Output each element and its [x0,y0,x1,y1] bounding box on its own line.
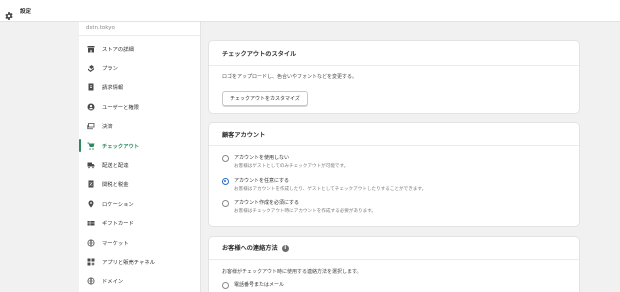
card-divider [209,259,579,260]
billing-icon [87,83,95,91]
contact-method-title-text: お客様への連絡方法 [222,245,278,252]
location-pin-icon [87,200,95,208]
sidebar-item-shipping[interactable]: 配送と配達 [79,155,200,174]
sidebar-item-billing[interactable]: 請求情報 [79,78,200,97]
sidebar-item-label: チェックアウト [102,143,140,150]
customer-accounts-card: 顧客アカウント アカウントを使用しない お客様はゲストとしてのみチェックアウトが… [208,122,580,227]
sidebar-item-label: 関税と税金 [102,182,129,189]
checkout-style-card: チェックアウトのスタイル ロゴをアップロードし、色合いやフォントなどを変更する。… [208,40,580,114]
sidebar-item-label: 請求情報 [102,85,124,92]
sidebar-item-users[interactable]: ユーザーと権限 [79,97,200,116]
sidebar-item-label: ロケーション [102,201,134,208]
account-option-optional[interactable]: アカウントを任意にする お客様はアカウントを作成したり、ゲストとしてチェックアウ… [222,178,426,194]
radio-label: アカウントを任意にする [234,178,290,184]
sidebar-item-checkout[interactable]: チェックアウト [79,136,200,155]
sidebar-item-label: ユーザーと権限 [102,104,139,111]
payment-icon [87,122,95,130]
radio-help-text: お客様はアカウントを作成したり、ゲストとしてチェックアウトしたりすることができま… [234,187,427,192]
info-icon[interactable]: i [281,244,289,252]
sidebar-item-payments[interactable]: 決済 [79,117,200,136]
radio-help-text: お客様はゲストとしてのみチェックアウトが可能です。 [234,164,349,169]
sidebar-item-label: ストアの詳細 [102,46,134,53]
card-divider [209,145,579,146]
sidebar-item-locations[interactable]: ロケーション [79,194,200,213]
contact-method-card: お客様への連絡方法 i お客様がチェックアウト時に使用する連絡方法を選択します。 … [208,236,580,292]
gift-card-icon [87,219,95,227]
sidebar-border [200,22,201,292]
sidebar-divider [79,35,200,36]
radio-button-selected[interactable] [222,178,229,185]
sidebar-item-label: 決済 [102,124,113,131]
apps-icon [87,258,95,266]
radio-help-text: お客様はチェックアウト時にアカウントを作成する必要があります。 [234,209,376,214]
sidebar-item-apps[interactable]: アプリと販売チャネル [79,252,200,271]
radio-label: アカウントを使用しない [234,155,290,161]
gear-icon [4,6,14,20]
account-option-disabled[interactable]: アカウントを使用しない お客様はゲストとしてのみチェックアウトが可能です。 [222,155,348,171]
customer-accounts-title: 顧客アカウント [222,132,266,139]
card-divider [209,65,579,66]
store-icon [87,45,95,53]
customize-checkout-button[interactable]: チェックアウトをカスタマイズ [222,91,308,106]
contact-method-title: お客様への連絡方法 i [222,243,289,252]
sidebar-item-markets[interactable]: マーケット [79,233,200,252]
sidebar-item-label: ギフトカード [102,221,134,228]
truck-icon [87,161,95,169]
sidebar-item-gift-cards[interactable]: ギフトカード [79,214,200,233]
sidebar-item-label: ドメイン [102,279,124,286]
sidebar-item-label: プラン [102,66,118,73]
sidebar-item-taxes[interactable]: 関税と税金 [79,175,200,194]
plan-icon [87,64,95,73]
top-bar: 設定 [0,0,620,22]
checkout-style-title: チェックアウトのスタイル [222,51,297,58]
radio-label: 電話番号またはメール [234,282,285,288]
user-icon [87,103,95,111]
radio-button[interactable] [222,282,229,289]
account-option-required[interactable]: アカウント作成を必須にする お客様はチェックアウト時にアカウントを作成する必要が… [222,200,376,216]
globe-icon [87,239,95,247]
radio-button[interactable] [222,155,229,162]
settings-nav: ストアの詳細 プラン 請求情報 ユーザーと権限 決済 チェックアウト 配送と配達 [79,39,200,291]
page-title: 設定 [20,8,32,15]
store-url: dstn.tokyo [86,25,115,31]
radio-label: アカウント作成を必須にする [234,200,300,206]
radio-button[interactable] [222,200,229,207]
sidebar-item-domains[interactable]: ドメイン [79,272,200,291]
tax-icon [87,180,95,188]
cart-icon [87,142,95,150]
sidebar-item-label: マーケット [102,240,129,247]
sidebar-item-store-details[interactable]: ストアの詳細 [79,39,200,58]
checkout-style-description: ロゴをアップロードし、色合いやフォントなどを変更する。 [222,74,358,80]
sidebar-item-label: アプリと販売チャネル [102,259,155,266]
contact-option-phone-or-email[interactable]: 電話番号またはメール [222,282,284,289]
settings-sidebar: dstn.tokyo ストアの詳細 プラン 請求情報 ユーザーと権限 決済 チェ… [79,22,200,292]
sidebar-item-plan[interactable]: プラン [79,58,200,77]
domain-globe-icon [87,277,95,285]
contact-method-description: お客様がチェックアウト時に使用する連絡方法を選択します。 [222,269,362,275]
sidebar-item-label: 配送と配達 [102,163,129,170]
